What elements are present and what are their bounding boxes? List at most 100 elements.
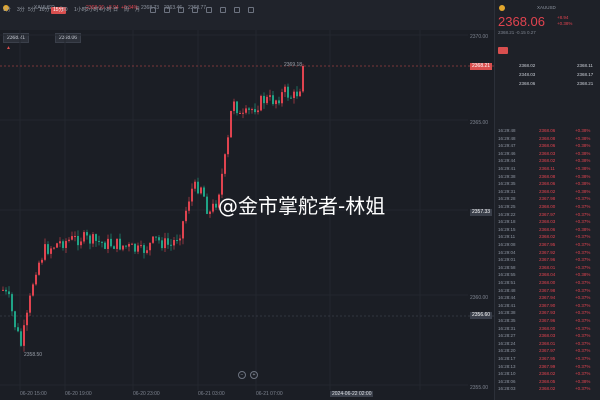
candle-body[interactable]: [65, 240, 67, 248]
candle-body[interactable]: [254, 109, 256, 113]
candle-body[interactable]: [56, 243, 58, 248]
candle-body[interactable]: [245, 108, 247, 113]
candle-body[interactable]: [275, 100, 277, 105]
candle-body[interactable]: [263, 95, 265, 104]
candle-body[interactable]: [116, 238, 118, 249]
candle-body[interactable]: [104, 242, 106, 249]
candle-body[interactable]: [122, 245, 124, 250]
candle-body[interactable]: [113, 246, 115, 249]
candle-body[interactable]: [53, 247, 55, 249]
candle-body[interactable]: [161, 240, 163, 249]
candle-body[interactable]: [248, 108, 250, 110]
candle-body[interactable]: [80, 241, 82, 246]
candle-body[interactable]: [11, 294, 13, 312]
candle-body[interactable]: [203, 187, 205, 197]
candle-body[interactable]: [2, 289, 4, 291]
candle-body[interactable]: [128, 244, 130, 247]
candle-body[interactable]: [59, 241, 61, 244]
panel-active-tab[interactable]: [498, 47, 508, 54]
candle-body[interactable]: [173, 240, 175, 246]
candle-body[interactable]: [143, 245, 145, 253]
candle-body[interactable]: [227, 137, 229, 155]
candle-body[interactable]: [125, 245, 127, 247]
zoom-out-button[interactable]: −: [238, 371, 246, 379]
candle-body[interactable]: [212, 203, 214, 212]
zoom-in-button[interactable]: +: [250, 371, 258, 379]
candle-body[interactable]: [35, 274, 37, 285]
candle-body[interactable]: [266, 96, 268, 104]
candle-body[interactable]: [200, 187, 202, 194]
candle-body[interactable]: [287, 86, 289, 98]
candle-body[interactable]: [50, 248, 52, 254]
candle-body[interactable]: [236, 101, 238, 114]
candle-body[interactable]: [137, 245, 139, 252]
candle-body[interactable]: [260, 95, 262, 111]
candle-body[interactable]: [98, 240, 100, 242]
candle-body[interactable]: [182, 221, 184, 239]
candle-body[interactable]: [197, 181, 199, 194]
candle-body[interactable]: [119, 238, 121, 250]
candle-body[interactable]: [17, 327, 19, 332]
candle-body[interactable]: [131, 243, 133, 245]
candle-body[interactable]: [92, 234, 94, 244]
candle-body[interactable]: [95, 234, 97, 241]
candle-body[interactable]: [32, 284, 34, 296]
candle-body[interactable]: [293, 91, 295, 99]
candle-body[interactable]: [230, 110, 232, 138]
candle-body[interactable]: [299, 91, 301, 97]
candle-body[interactable]: [29, 295, 31, 313]
candle-body[interactable]: [284, 86, 286, 93]
candle-body[interactable]: [296, 91, 298, 97]
candle-body[interactable]: [155, 236, 157, 238]
candle-body[interactable]: [47, 244, 49, 254]
candle-body[interactable]: [77, 235, 79, 246]
candle-body[interactable]: [224, 154, 226, 174]
candle-body[interactable]: [194, 181, 196, 189]
candle-body[interactable]: [179, 238, 181, 241]
candle-body[interactable]: [242, 112, 244, 114]
candle-body[interactable]: [41, 259, 43, 263]
candle-body[interactable]: [188, 201, 190, 211]
candle-body[interactable]: [23, 325, 25, 346]
candle-body[interactable]: [68, 239, 70, 241]
candle-body[interactable]: [71, 236, 73, 240]
candle-body[interactable]: [149, 242, 151, 251]
candle-body[interactable]: [170, 244, 172, 246]
candle-body[interactable]: [89, 235, 91, 244]
candle-body[interactable]: [26, 312, 28, 326]
candle-body[interactable]: [140, 245, 142, 247]
candle-body[interactable]: [191, 188, 193, 202]
candle-body[interactable]: [5, 289, 7, 292]
candle-body[interactable]: [233, 101, 235, 111]
candle-body[interactable]: [269, 95, 271, 97]
candle-body[interactable]: [185, 210, 187, 222]
candle-body[interactable]: [251, 109, 253, 111]
candle-body[interactable]: [8, 291, 10, 295]
candle-body[interactable]: [164, 238, 166, 249]
candle-body[interactable]: [215, 203, 217, 208]
candle-body[interactable]: [101, 241, 103, 243]
candle-body[interactable]: [74, 235, 76, 237]
candle-body[interactable]: [38, 262, 40, 275]
candle-body[interactable]: [290, 97, 292, 99]
candle-body[interactable]: [278, 100, 280, 104]
candle-body[interactable]: [281, 92, 283, 104]
candle-body[interactable]: [257, 110, 259, 113]
candle-body[interactable]: [206, 196, 208, 214]
candle-body[interactable]: [86, 232, 88, 236]
candle-body[interactable]: [239, 113, 241, 115]
candle-body[interactable]: [146, 250, 148, 253]
candle-body[interactable]: [14, 311, 16, 328]
candle-body[interactable]: [209, 211, 211, 214]
candle-body[interactable]: [83, 232, 85, 242]
candle-body[interactable]: [44, 244, 46, 260]
candle-body[interactable]: [107, 238, 109, 249]
candle-body[interactable]: [110, 238, 112, 247]
candle-body[interactable]: [134, 243, 136, 252]
candle-body[interactable]: [152, 236, 154, 243]
candle-body[interactable]: [176, 240, 178, 242]
candle-body[interactable]: [272, 95, 274, 105]
candle-body[interactable]: [158, 237, 160, 241]
candle-body[interactable]: [62, 241, 64, 248]
candle-body[interactable]: [20, 331, 22, 346]
